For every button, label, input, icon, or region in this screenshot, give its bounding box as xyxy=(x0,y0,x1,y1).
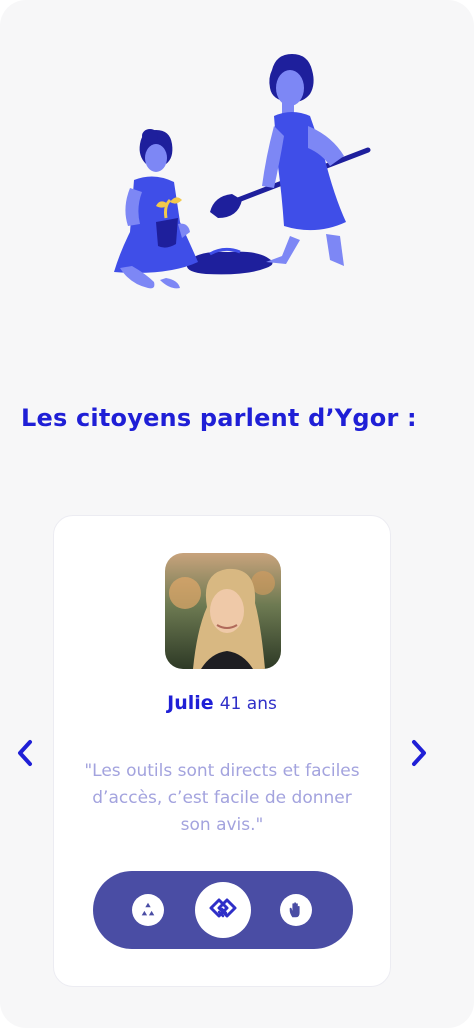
raised-hand-button[interactable] xyxy=(280,894,312,926)
author-name: Julie xyxy=(167,692,214,714)
section-title: Les citoyens parlent d’Ygor : xyxy=(21,404,417,432)
testimonial-author: Julie 41 ans xyxy=(54,692,390,714)
chevron-left-icon[interactable] xyxy=(7,733,43,773)
handshake-button[interactable] xyxy=(195,882,251,938)
author-age: 41 ans xyxy=(219,694,277,714)
recycle-icon xyxy=(141,902,155,916)
recycle-button[interactable] xyxy=(132,894,164,926)
raised-hand-icon xyxy=(289,902,300,918)
avatar xyxy=(165,553,281,669)
testimonial-quote: "Les outils sont directs et faciles d’ac… xyxy=(84,761,360,835)
screen: Les citoyens parlent d’Ygor : Julie 41 a… xyxy=(0,0,474,1028)
testimonial-card: Julie 41 ans "Les outils sont directs et… xyxy=(53,515,391,987)
gardening-illustration xyxy=(114,54,371,289)
chevron-right-icon[interactable] xyxy=(401,733,437,773)
action-bar xyxy=(93,871,353,949)
handshake-icon xyxy=(209,898,237,918)
